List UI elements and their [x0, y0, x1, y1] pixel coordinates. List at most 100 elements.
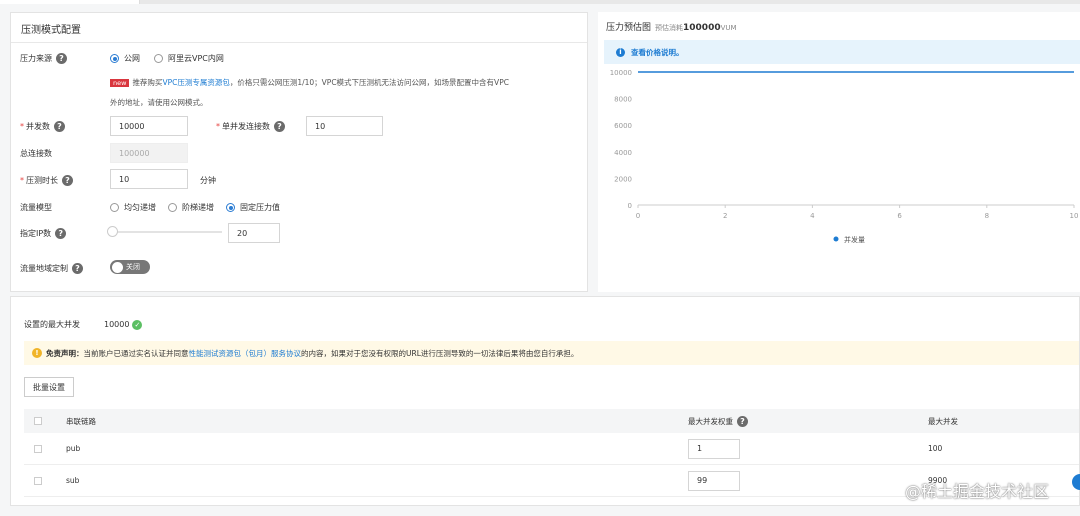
region-label: 流量地域定制	[20, 264, 68, 273]
x-tick-label: 2	[723, 212, 727, 220]
total-conn-label: 总连接数	[20, 149, 52, 158]
x-tick-label: 0	[636, 212, 640, 220]
duration-label-wrap: * 压测时长 ?	[20, 175, 73, 186]
y-tick-label: 2000	[614, 175, 632, 183]
vpc-note-line2: 外的地址，请使用公网模式。	[110, 98, 208, 107]
help-icon[interactable]: ?	[55, 228, 67, 239]
radio-uniform-label: 均匀递增	[124, 203, 156, 212]
vpc-package-link[interactable]: VPC压测专属资源包	[162, 78, 229, 87]
radio-step[interactable]: 阶梯递增	[168, 202, 214, 213]
col-weight-wrap: 最大并发权重?	[688, 415, 748, 427]
max-concurrency-line: 设置的最大并发 10000 ✓	[24, 319, 143, 330]
chart-header: 压力预估图 预估消耗100000VUM	[606, 20, 737, 33]
per-conn-input[interactable]: 10	[306, 116, 383, 136]
help-icon[interactable]: ?	[62, 175, 73, 186]
table-header: 串联链路 最大并发权重? 最大并发	[24, 409, 1079, 433]
radio-fixed-label: 固定压力值	[240, 203, 280, 212]
col-link: 串联链路	[66, 416, 96, 426]
y-tick-label: 10000	[610, 69, 632, 77]
ip-count-input[interactable]: 20	[228, 223, 280, 243]
disclaimer-post: 的内容，如果对于您没有权限的URL进行压测导致的一切法律后果将由您自行承担。	[301, 348, 579, 358]
concurrency-input[interactable]: 10000	[110, 116, 188, 136]
radio-public[interactable]: 公网	[110, 53, 140, 64]
price-info-bar[interactable]: i 查看价格说明。	[604, 40, 1080, 64]
per-conn-label-wrap: * 单并发连接数 ?	[216, 121, 285, 132]
legend-marker	[833, 236, 839, 242]
x-tick-label: 10	[1070, 212, 1079, 220]
table-row: pub 1 100	[24, 433, 1079, 465]
radio-empty-icon	[154, 54, 163, 63]
row-checkbox[interactable]	[34, 444, 42, 453]
chart-title: 压力预估图	[606, 23, 652, 33]
y-tick-label: 4000	[614, 149, 632, 157]
radio-uniform[interactable]: 均匀递增	[110, 202, 156, 213]
per-conn-label: 单并发连接数	[222, 122, 270, 131]
vpc-note: new 推荐购买VPC压测专属资源包，价格只需公网压测1/10；VPC模式下压测机…	[110, 77, 509, 88]
radio-vpc-label: 阿里云VPC内网	[168, 54, 224, 63]
note-text-pre: 推荐购买	[132, 78, 163, 87]
source-radio-group: 公网 阿里云VPC内网	[110, 53, 224, 64]
toggle-knob	[112, 261, 123, 273]
y-tick-label: 6000	[614, 122, 632, 130]
batch-set-button[interactable]: 批量设置	[24, 377, 74, 397]
x-tick-label: 6	[897, 212, 902, 220]
help-icon[interactable]: ?	[54, 121, 65, 132]
help-icon[interactable]: ?	[274, 121, 285, 132]
radio-empty-icon	[110, 203, 119, 212]
y-tick-label: 8000	[614, 96, 632, 104]
disclaimer-label: 免责声明：	[46, 348, 84, 358]
flow-model-radios: 均匀递增 阶梯递增 固定压力值	[110, 202, 280, 213]
region-toggle[interactable]: 关闭	[110, 260, 150, 274]
flow-model-label: 流量模型	[20, 203, 52, 212]
ip-count-label-wrap: 指定IP数 ?	[20, 228, 67, 239]
help-icon[interactable]: ?	[737, 415, 748, 427]
radio-empty-icon	[168, 203, 177, 212]
row-checkbox[interactable]	[34, 476, 42, 485]
max-value: 10000	[104, 320, 130, 329]
radio-fixed[interactable]: 固定压力值	[226, 202, 280, 213]
radio-step-label: 阶梯递增	[182, 203, 214, 212]
slider-handle[interactable]	[107, 226, 118, 237]
watermark: @稀土掘金技术社区	[905, 482, 1050, 501]
max-label: 设置的最大并发	[24, 320, 80, 329]
radio-public-label: 公网	[124, 54, 140, 63]
total-conn-input: 100000	[110, 143, 188, 163]
radio-selected-icon	[110, 54, 119, 63]
col-max: 最大并发	[928, 416, 958, 426]
agreement-link[interactable]: 性能测试资源包（包月）服务协议	[189, 348, 302, 359]
chart-panel: 压力预估图 预估消耗100000VUM i 查看价格说明。 0 2000 4000 600…	[598, 12, 1080, 292]
note-text-post: ，价格只需公网压测1/10；VPC模式下压测机无法访问公网，如场景配置中含有VP…	[229, 78, 509, 87]
row-max: 100	[928, 444, 943, 453]
page-root: 压测模式配置 压力来源 ? 公网 阿里云VPC内网 new 推荐购买VPC压测专属…	[0, 0, 1080, 516]
new-badge: new	[110, 79, 130, 87]
radio-selected-icon	[226, 203, 235, 212]
concurrency-label: 并发数	[26, 122, 50, 131]
config-title: 压测模式配置	[11, 13, 587, 43]
cost-label: 预估消耗	[655, 24, 684, 32]
check-icon: ✓	[132, 319, 143, 330]
radio-vpc[interactable]: 阿里云VPC内网	[154, 53, 224, 64]
price-info-link[interactable]: 查看价格说明。	[631, 47, 684, 58]
col-weight: 最大并发权重	[688, 416, 733, 426]
cost-unit: VUM	[720, 24, 737, 32]
ip-count-label: 指定IP数	[20, 229, 52, 238]
active-tab[interactable]	[0, 0, 140, 4]
ip-count-slider[interactable]	[107, 226, 222, 237]
concurrency-panel: 设置的最大并发 10000 ✓ ! 免责声明： 当前账户已通过实名认证并同意 性能…	[10, 296, 1080, 506]
pressure-chart: 0 2000 4000 6000 8000 10000 0 2 4 6 8 10 并发量	[610, 69, 1079, 244]
config-panel: 压测模式配置	[10, 12, 588, 292]
x-tick-label: 8	[985, 212, 989, 220]
cost-value: 100000	[683, 23, 721, 33]
weight-input[interactable]: 1	[688, 438, 740, 459]
weight-input[interactable]: 99	[688, 470, 740, 491]
duration-unit: 分钟	[200, 176, 216, 185]
disclaimer-bar: ! 免责声明： 当前账户已通过实名认证并同意 性能测试资源包（包月）服务协议 的内容…	[24, 341, 1079, 365]
legend-label: 并发量	[844, 235, 865, 244]
help-icon[interactable]: ?	[72, 263, 83, 274]
duration-input[interactable]: 10	[110, 169, 188, 189]
help-icon[interactable]: ?	[56, 53, 67, 64]
x-tick-label: 4	[810, 212, 815, 220]
concurrency-label-wrap: * 并发数 ?	[20, 121, 65, 132]
select-all-checkbox[interactable]	[34, 417, 42, 425]
toggle-label: 关闭	[126, 263, 140, 271]
